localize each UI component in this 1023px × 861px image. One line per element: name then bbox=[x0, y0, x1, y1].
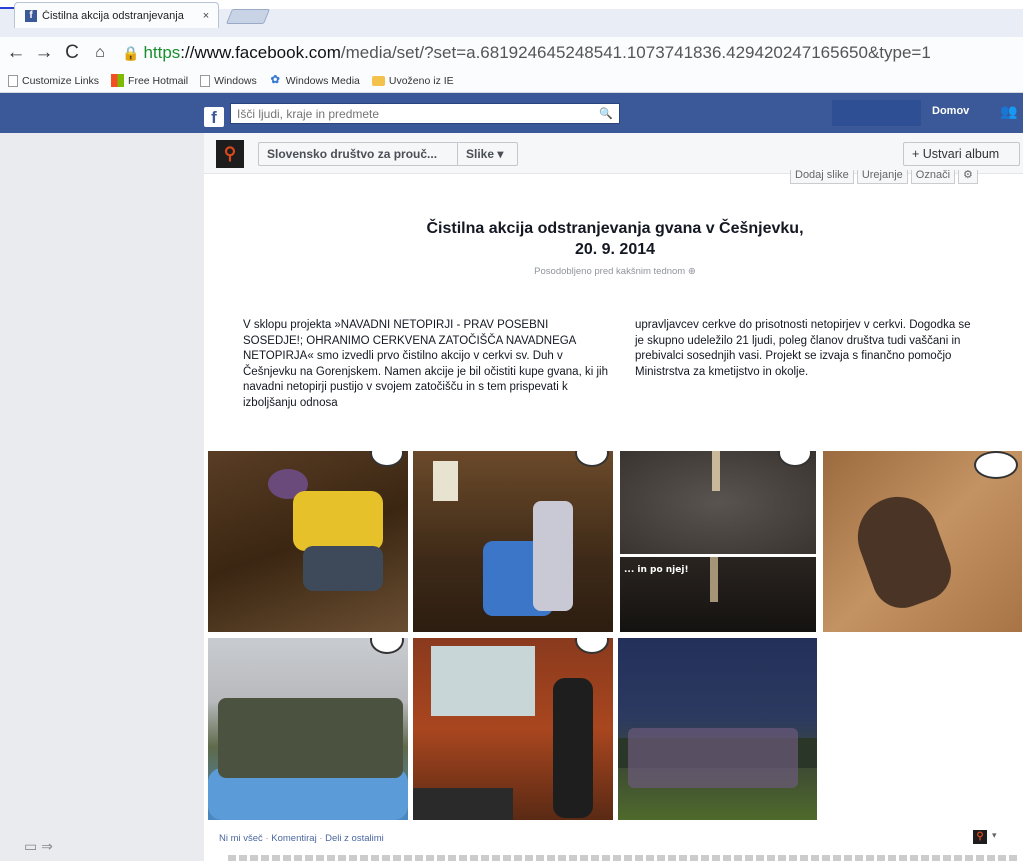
bookmark-windows[interactable]: Windows bbox=[200, 74, 257, 87]
back-arrow-icon[interactable]: ← bbox=[4, 42, 28, 64]
tab-close-icon[interactable]: × bbox=[200, 10, 212, 22]
create-album-button[interactable]: + Ustvari album bbox=[903, 142, 1020, 166]
globe-icon: ⊕ bbox=[687, 266, 696, 277]
album-photo[interactable] bbox=[413, 451, 613, 632]
tab-title: Čistilna akcija odstranjevanja bbox=[42, 9, 184, 22]
separator: · bbox=[262, 833, 272, 844]
page-name-button[interactable]: Slovensko društvo za prouč... bbox=[258, 142, 457, 166]
photo-caption: ... in po njej! bbox=[624, 565, 689, 575]
share-link[interactable]: Deli z ostalimi bbox=[325, 833, 384, 844]
post-actions: Ni mi všeč · Komentiraj · Deli z ostalim… bbox=[219, 833, 384, 844]
url-scheme: https bbox=[143, 43, 181, 62]
new-tab-button[interactable] bbox=[225, 9, 271, 24]
presenter-figure bbox=[553, 678, 593, 818]
album-photo[interactable] bbox=[620, 451, 816, 554]
bookmark-uvozeno-iz-ie[interactable]: Uvoženo iz IE bbox=[371, 74, 454, 87]
forward-arrow-icon[interactable]: → bbox=[32, 42, 56, 64]
album-description-right: upravljavcev cerkve do prisotnosti netop… bbox=[635, 319, 971, 378]
album-photo[interactable] bbox=[618, 638, 817, 820]
tag-button[interactable]: Označi bbox=[910, 170, 956, 184]
bookmark-label: Uvoženo iz IE bbox=[388, 74, 454, 87]
wooden-beam bbox=[712, 451, 720, 491]
album-photo[interactable] bbox=[823, 451, 1022, 632]
bat-logo-icon bbox=[778, 451, 812, 467]
person-figure bbox=[533, 501, 573, 611]
home-icon[interactable]: ⌂ bbox=[88, 44, 112, 62]
bookmark-label: Windows bbox=[214, 74, 257, 87]
album-photo[interactable] bbox=[208, 451, 408, 632]
bookmark-label: Customize Links bbox=[22, 74, 100, 87]
settings-gear-icon[interactable]: ⚙ bbox=[958, 170, 978, 184]
microsoft-icon bbox=[111, 74, 125, 87]
home-link[interactable]: Domov bbox=[932, 105, 969, 117]
search-icon[interactable]: 🔍 bbox=[599, 107, 613, 120]
url-path: /media/set/?set=a.681924645248541.107374… bbox=[340, 43, 931, 62]
bat-logo-icon bbox=[575, 638, 609, 654]
album-title: Čistilna akcija odstranjevanja gvana v Č… bbox=[300, 218, 930, 260]
bat-logo-icon bbox=[974, 451, 1018, 479]
add-photos-button[interactable]: Dodaj slike bbox=[790, 170, 854, 184]
unlike-link[interactable]: Ni mi všeč bbox=[219, 833, 263, 844]
friend-requests-icon[interactable]: 👥 bbox=[1000, 103, 1017, 120]
address-bar[interactable]: 🔒 https ://www.facebook.com /media/set/?… bbox=[122, 40, 1023, 66]
bookmark-customize-links[interactable]: Customize Links bbox=[8, 74, 100, 87]
browser-toolbar: ← → C ⌂ 🔒 https ://www.facebook.com /med… bbox=[0, 37, 1023, 69]
page-avatar-small[interactable]: ⚲ bbox=[973, 830, 987, 844]
projector-table bbox=[413, 788, 513, 820]
bat-figure bbox=[846, 485, 960, 617]
folder-icon bbox=[371, 75, 385, 86]
separator: · bbox=[316, 833, 326, 844]
group-of-people bbox=[628, 728, 798, 788]
bat-logo-icon bbox=[370, 451, 404, 467]
bucket bbox=[433, 461, 458, 501]
browser-tab[interactable]: f Čistilna akcija odstranjevanja × bbox=[14, 2, 219, 28]
updated-text: Posodobljeno pred kakšnim tednom bbox=[534, 266, 686, 277]
bat-logo-icon bbox=[370, 638, 404, 654]
cut-off-text-line bbox=[228, 855, 1018, 861]
album-updated: Posodobljeno pred kakšnim tednom ⊕ bbox=[360, 266, 870, 277]
album-description-left: V sklopu projekta »NAVADNI NETOPIRJI - P… bbox=[243, 319, 608, 409]
edit-button[interactable]: Urejanje bbox=[856, 170, 908, 184]
bookmark-label: Windows Media bbox=[285, 74, 360, 87]
album-title-line1: Čistilna akcija odstranjevanja gvana v Č… bbox=[426, 220, 804, 237]
group-of-people bbox=[218, 698, 403, 778]
facebook-favicon-icon: f bbox=[25, 9, 37, 22]
bookmark-label: Free Hotmail bbox=[128, 74, 189, 87]
sidebar-bottom-icons[interactable]: ▭ ⇒ bbox=[24, 838, 53, 855]
reload-icon[interactable]: C bbox=[60, 42, 84, 64]
wooden-beam bbox=[710, 557, 718, 602]
page-icon bbox=[8, 74, 18, 87]
album-tools: Dodaj slike Urejanje Označi ⚙ bbox=[790, 170, 981, 184]
comment-link[interactable]: Komentiraj bbox=[271, 833, 316, 844]
facebook-search[interactable]: 🔍 bbox=[230, 103, 620, 124]
lock-icon: 🔒 bbox=[122, 44, 140, 61]
album-photo[interactable]: ... in po njej! bbox=[620, 557, 816, 632]
person-figure bbox=[293, 491, 383, 551]
bat-logo-icon bbox=[575, 451, 609, 467]
windows-media-icon: ✿ bbox=[270, 74, 280, 86]
facebook-logo-icon[interactable]: f bbox=[204, 107, 224, 127]
projector-screen bbox=[431, 646, 535, 716]
url-host: ://www.facebook.com bbox=[180, 43, 341, 62]
user-profile-button[interactable] bbox=[832, 100, 921, 126]
page-avatar[interactable]: ⚲ bbox=[216, 140, 244, 168]
person-figure bbox=[303, 546, 383, 591]
album-photo[interactable] bbox=[208, 638, 408, 820]
photos-dropdown[interactable]: Slike ▾ bbox=[457, 142, 518, 166]
album-title-line2: 20. 9. 2014 bbox=[574, 241, 656, 258]
chevron-down-icon[interactable]: ▾ bbox=[992, 830, 997, 841]
left-sidebar bbox=[0, 133, 204, 861]
album-photo[interactable] bbox=[413, 638, 613, 820]
bookmarks-bar: Customize Links Free Hotmail Windows ✿ W… bbox=[0, 69, 1023, 93]
bookmark-windows-media[interactable]: ✿ Windows Media bbox=[269, 74, 360, 87]
bookmark-free-hotmail[interactable]: Free Hotmail bbox=[111, 74, 188, 87]
search-input[interactable] bbox=[237, 106, 600, 121]
page-icon bbox=[200, 74, 211, 87]
